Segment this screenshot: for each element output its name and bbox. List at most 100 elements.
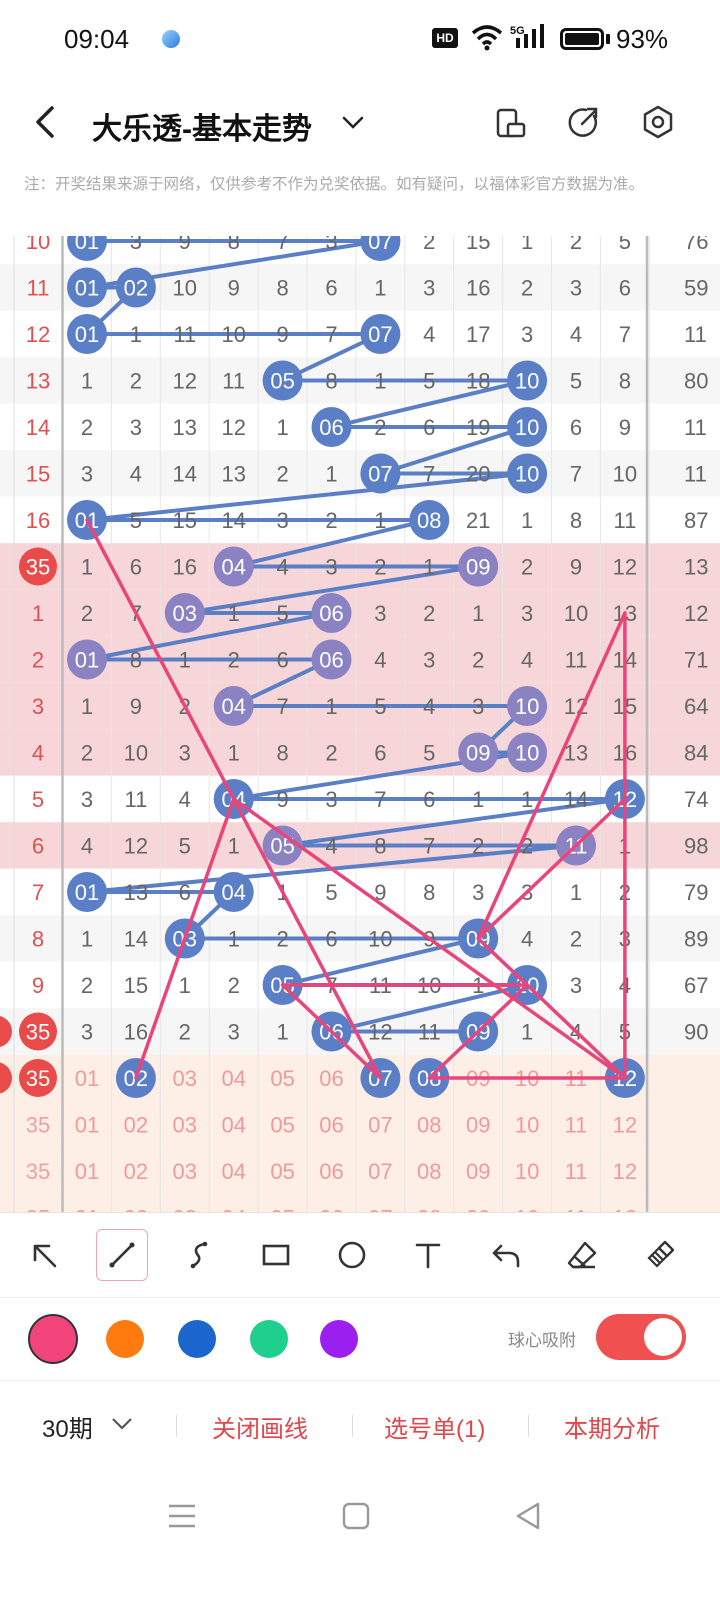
clock: 09:04: [64, 24, 130, 54]
curve-tool[interactable]: [174, 1229, 226, 1281]
ball-number: 01: [75, 276, 99, 301]
ball-number: 01: [75, 880, 99, 905]
row-label: 8: [32, 927, 44, 952]
cell-number: 06: [319, 1159, 343, 1184]
cell-number: 1: [179, 973, 191, 998]
color-swatch-orange[interactable]: [106, 1320, 144, 1358]
settings-hexagon-icon[interactable]: [640, 102, 676, 142]
cell-number: 1: [228, 927, 240, 952]
cell-number: 1: [374, 508, 386, 533]
period-selector[interactable]: 30期: [42, 1409, 93, 1444]
cell-number: 06: [319, 1113, 343, 1138]
right-value: 80: [684, 369, 708, 394]
cell-number: 1: [374, 276, 386, 301]
cell-number: 03: [173, 1159, 197, 1184]
color-swatch-pink[interactable]: [28, 1314, 78, 1364]
cell-number: 2: [374, 415, 386, 440]
right-value: 71: [684, 648, 708, 673]
signal-icon: 5G: [510, 24, 544, 48]
cell-number: 4: [130, 462, 142, 487]
cell-number: 9: [276, 322, 288, 347]
share-icon[interactable]: [566, 102, 602, 142]
toggle-knob: [644, 1318, 682, 1356]
back-arrow-icon[interactable]: [30, 102, 60, 142]
ball-number: 10: [515, 415, 539, 440]
snap-to-ball-toggle[interactable]: [596, 1314, 686, 1360]
cell-number: 4: [179, 787, 191, 812]
page-title[interactable]: 大乐透-基本走势: [92, 104, 312, 148]
circle-tool[interactable]: [326, 1229, 378, 1281]
select-arrow-tool[interactable]: [18, 1229, 70, 1281]
cell-number: 2: [521, 276, 533, 301]
cell-number: 7: [374, 787, 386, 812]
rectangle-tool[interactable]: [250, 1229, 302, 1281]
cell-number: 6: [179, 880, 191, 905]
back-triangle-icon[interactable]: [512, 1500, 544, 1532]
cell-number: 05: [270, 1066, 294, 1091]
color-swatch-blue[interactable]: [178, 1320, 216, 1358]
close-drawing-button[interactable]: 关闭画线: [212, 1409, 308, 1444]
chevron-down-icon[interactable]: [340, 110, 366, 136]
period-analysis-button[interactable]: 本期分析: [564, 1409, 660, 1444]
right-value: 67: [684, 973, 708, 998]
cell-number: 6: [570, 415, 582, 440]
cell-number: 3: [423, 276, 435, 301]
cell-number: 1: [179, 648, 191, 673]
cell-number: 8: [619, 369, 631, 394]
cell-number: 4: [374, 648, 386, 673]
cell-number: 1: [228, 601, 240, 626]
cell-number: 5: [423, 369, 435, 394]
trend-grid[interactable]: 10 01 3 9 8 7 3 07 2 15 1 2 5 7611 01 02 10 9 8 6 1 3 16 2 3 6 591…: [0, 236, 720, 1212]
text-tool[interactable]: [402, 1229, 454, 1281]
undo-tool[interactable]: [480, 1229, 532, 1281]
line-tool[interactable]: [96, 1229, 148, 1281]
selection-list-button[interactable]: 选号单(1): [384, 1409, 485, 1444]
cell-number: 12: [613, 1159, 637, 1184]
clear-tool[interactable]: [634, 1229, 686, 1281]
chevron-down-icon[interactable]: [110, 1415, 134, 1433]
cell-number: 21: [466, 508, 490, 533]
row-label: 35: [26, 1113, 50, 1138]
row-label: 35: [26, 1066, 50, 1091]
row-label: 6: [32, 834, 44, 859]
trend-chart[interactable]: 10 01 3 9 8 7 3 07 2 15 1 2 5 76 11 01 02 10 9 8 6 1 3 16 2 3 6 59 1…: [0, 236, 720, 1212]
cell-number: 1: [81, 694, 93, 719]
row-label: 2: [32, 648, 44, 673]
hd-icon: HD: [432, 28, 458, 48]
cell-number: 1: [521, 787, 533, 812]
cell-number: 10: [515, 1159, 539, 1184]
cell-number: 6: [423, 415, 435, 440]
cell-number: 3: [81, 787, 93, 812]
color-palette: 球心吸附: [0, 1297, 720, 1380]
eraser-icon: [567, 1241, 597, 1269]
cell-number: 04: [221, 1159, 245, 1184]
cell-number: 01: [75, 1113, 99, 1138]
cell-number: 4: [521, 648, 533, 673]
cell-number: 1: [374, 369, 386, 394]
cell-number: 10: [564, 601, 588, 626]
cell-number: 12: [613, 555, 637, 580]
cell-number: 17: [466, 322, 490, 347]
cell-number: 04: [221, 1113, 245, 1138]
menu-icon[interactable]: [166, 1500, 198, 1532]
cell-number: 03: [173, 1113, 197, 1138]
cell-number: 5: [570, 369, 582, 394]
cell-number: 13: [221, 462, 245, 487]
cell-number: 14: [564, 787, 588, 812]
cell-number: 1: [521, 1020, 533, 1045]
ball-number: 10: [515, 369, 539, 394]
cell-number: 11: [124, 787, 147, 812]
cell-number: 2: [570, 236, 582, 254]
screen-rotate-icon[interactable]: [494, 102, 528, 142]
cell-number: 4: [81, 834, 93, 859]
right-value: 13: [684, 555, 708, 580]
cell-number: 3: [276, 508, 288, 533]
cell-number: 1: [472, 787, 484, 812]
eraser-tool[interactable]: [556, 1229, 608, 1281]
cell-number: 13: [124, 880, 148, 905]
color-swatch-green[interactable]: [250, 1320, 288, 1358]
cell-number: 5: [130, 508, 142, 533]
home-square-icon[interactable]: [340, 1500, 372, 1532]
ball-number: 01: [75, 648, 99, 673]
color-swatch-purple[interactable]: [320, 1320, 358, 1358]
